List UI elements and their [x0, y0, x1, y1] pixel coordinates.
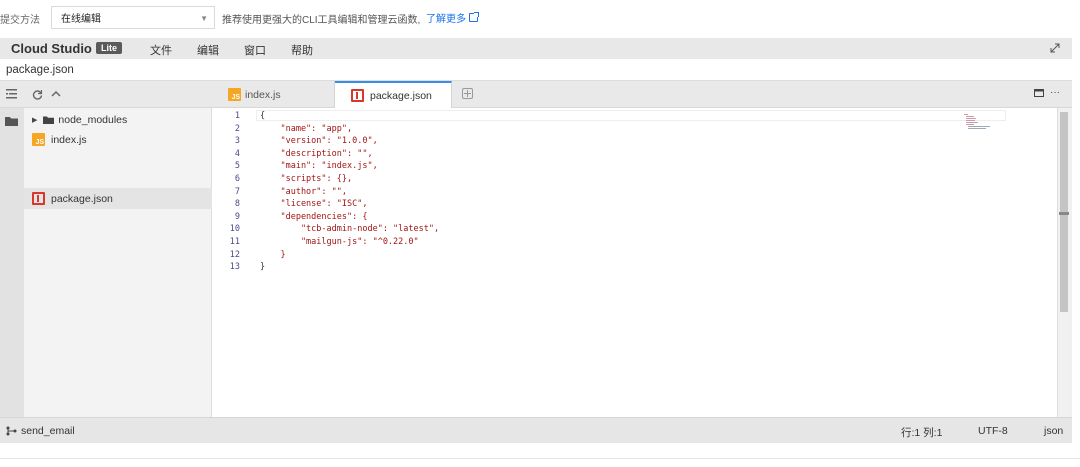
- branch-icon: [6, 426, 17, 436]
- line-number: 5: [234, 161, 240, 172]
- branch-name: send_email: [21, 425, 75, 437]
- tree-item-package-json[interactable]: package.json: [24, 188, 212, 209]
- code-line[interactable]: "scripts": {},: [260, 174, 352, 184]
- file-tree: ▶ node_modules JS index.js package.json: [24, 108, 212, 417]
- editor-actions: ···: [1034, 88, 1060, 98]
- code-line[interactable]: }: [260, 250, 285, 260]
- tree-item-label: node_modules: [58, 113, 128, 126]
- line-number: 8: [234, 199, 240, 210]
- code-line[interactable]: "name": "app",: [260, 124, 352, 134]
- json-file-icon: [32, 192, 45, 205]
- code-line[interactable]: }: [260, 262, 265, 272]
- line-gutter: 1 2 3 4 5 6 7 8 9 10 11 12 13: [212, 108, 252, 417]
- more-icon[interactable]: ···: [1050, 88, 1060, 98]
- language-mode[interactable]: json: [1044, 425, 1063, 437]
- collapse-up-icon[interactable]: [51, 89, 61, 99]
- scrollbar-marker: [1059, 212, 1069, 215]
- tree-item-label: package.json: [51, 192, 113, 205]
- menu-window[interactable]: 窗口: [244, 42, 266, 58]
- line-number: 2: [234, 123, 240, 134]
- editor-scrollbar[interactable]: [1057, 108, 1069, 417]
- code-line[interactable]: {: [260, 111, 265, 121]
- learn-more-link[interactable]: 了解更多: [426, 10, 479, 25]
- split-editor-icon[interactable]: [1034, 89, 1044, 97]
- list-icon[interactable]: [6, 89, 17, 99]
- caret-right-icon: ▶: [32, 116, 38, 124]
- line-number: 4: [234, 148, 240, 159]
- code-line[interactable]: "license": "ISC",: [260, 199, 367, 209]
- current-line-highlight: [256, 110, 1006, 121]
- chevron-down-icon: ▼: [200, 14, 208, 23]
- minimap[interactable]: [964, 114, 994, 130]
- code-line[interactable]: "tcb-admin-node": "latest",: [260, 224, 439, 234]
- tree-item-node-modules[interactable]: ▶ node_modules: [24, 109, 212, 130]
- menu-bar: Cloud Studio Lite 文件 编辑 窗口 帮助: [0, 38, 1072, 59]
- add-tab-icon[interactable]: [462, 88, 473, 99]
- line-number: 3: [234, 136, 240, 147]
- menu-help[interactable]: 帮助: [291, 42, 313, 58]
- js-file-icon: JS: [32, 133, 45, 146]
- status-bar: send_email 行:1 列:1 UTF-8 json: [0, 417, 1072, 443]
- line-number: 12: [229, 249, 240, 260]
- menu-edit[interactable]: 编辑: [197, 42, 219, 58]
- submit-method-row: 提交方法 在线编辑 ▼ 推荐使用更强大的CLI工具编辑和管理云函数, 了解更多: [0, 0, 1080, 36]
- code-line[interactable]: "mailgun-js": "^0.22.0": [260, 237, 419, 247]
- code-line[interactable]: "description": "",: [260, 149, 372, 159]
- folder-icon[interactable]: [5, 116, 18, 126]
- code-editor[interactable]: 1 2 3 4 5 6 7 8 9 10 11 12 13 { "name": "app", "vers…: [212, 108, 1057, 417]
- refresh-icon[interactable]: [32, 89, 43, 100]
- recommend-text: 推荐使用更强大的CLI工具编辑和管理云函数,: [222, 15, 421, 26]
- bottom-divider: [0, 458, 1080, 459]
- tab-label: package.json: [370, 89, 432, 102]
- code-line[interactable]: "dependencies": {: [260, 212, 367, 222]
- menu-file[interactable]: 文件: [150, 42, 172, 58]
- line-number: 10: [229, 224, 240, 235]
- folder-icon: [43, 116, 55, 124]
- submit-method-select[interactable]: 在线编辑 ▼: [51, 6, 215, 29]
- activity-bar: [0, 108, 24, 417]
- expand-icon[interactable]: [1050, 43, 1060, 53]
- lite-badge: Lite: [96, 42, 123, 54]
- line-number: 11: [229, 237, 240, 247]
- code-line[interactable]: "version": "1.0.0",: [260, 136, 377, 146]
- line-number: 7: [234, 186, 240, 197]
- branch-indicator[interactable]: send_email: [6, 425, 75, 437]
- line-number: 1: [234, 111, 240, 121]
- line-number: 9: [234, 211, 240, 222]
- external-link-icon: [469, 12, 479, 22]
- file-encoding[interactable]: UTF-8: [978, 425, 1008, 437]
- js-file-icon: JS: [228, 88, 241, 101]
- cursor-position[interactable]: 行:1 列:1: [901, 425, 942, 440]
- code-line[interactable]: "main": "index.js",: [260, 161, 377, 171]
- json-file-icon: [351, 89, 364, 102]
- code-line[interactable]: "author": "",: [260, 187, 347, 197]
- current-file-path: package.json: [0, 59, 1072, 81]
- app-brand: Cloud Studio: [11, 41, 92, 56]
- tree-item-label: index.js: [51, 133, 87, 146]
- cloud-studio-ide: Cloud Studio Lite 文件 编辑 窗口 帮助 package.js…: [0, 38, 1072, 443]
- learn-more-label: 了解更多: [426, 14, 466, 25]
- tab-package-json[interactable]: package.json: [335, 81, 452, 108]
- line-number: 13: [229, 262, 240, 273]
- line-number: 6: [234, 174, 240, 184]
- editor-toolbar: JS index.js package.json ···: [0, 81, 1072, 108]
- tab-index-js[interactable]: JS index.js: [212, 81, 335, 108]
- submit-method-value: 在线编辑: [61, 14, 101, 25]
- tree-item-index-js[interactable]: JS index.js: [24, 129, 212, 150]
- tab-label: index.js: [245, 88, 281, 101]
- submit-method-label: 提交方法: [0, 15, 40, 26]
